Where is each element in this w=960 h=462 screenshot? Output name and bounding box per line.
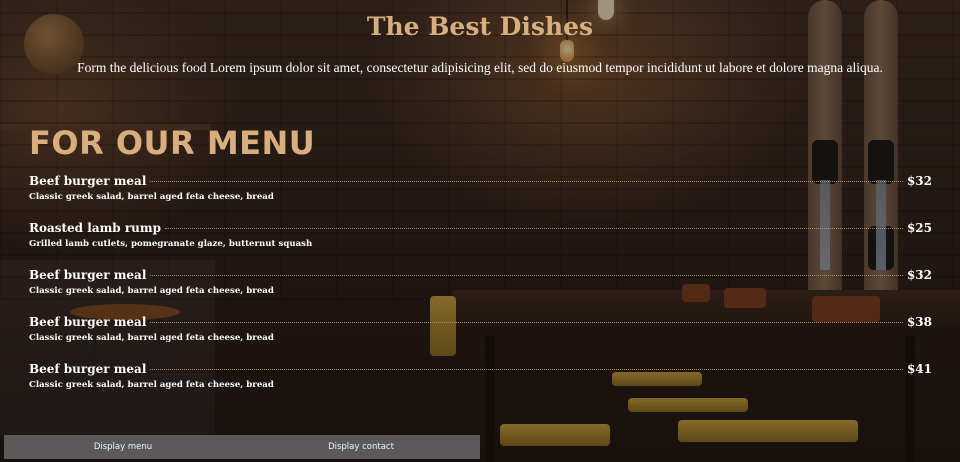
menu-item-description: Classic greek salad, barrel aged feta ch… [29,380,274,390]
tab-bar: Display menu Display contact [4,435,480,459]
menu-item-name: Beef burger meal [29,174,147,188]
menu-item: Beef burger meal $41 Classic greek salad… [29,362,932,409]
menu-item: Beef burger meal $32 Classic greek salad… [29,174,932,221]
menu-item: Beef burger meal $32 Classic greek salad… [29,268,932,315]
menu-item-price: $25 [906,221,932,235]
menu-item-description: Grilled lamb cutlets, pomegranate glaze,… [29,239,313,249]
menu-list: Beef burger meal $32 Classic greek salad… [29,174,932,409]
dotted-leader [150,274,903,276]
menu-item: Beef burger meal $38 Classic greek salad… [29,315,932,362]
page-subtitle: Form the delicious food Lorem ipsum dolo… [77,60,883,75]
menu-page: The Best Dishes Form the delicious food … [0,0,960,462]
menu-item-name: Beef burger meal [29,362,147,376]
dotted-leader [165,227,903,229]
menu-item-name: Beef burger meal [29,315,147,329]
menu-item-price: $32 [906,268,932,282]
menu-item-description: Classic greek salad, barrel aged feta ch… [29,286,274,296]
dotted-leader [150,321,903,323]
menu-item: Roasted lamb rump $25 Grilled lamb cutle… [29,221,932,268]
dotted-leader [150,180,903,182]
menu-item-description: Classic greek salad, barrel aged feta ch… [29,192,274,202]
page-title: The Best Dishes [366,12,594,41]
dotted-leader [150,368,903,370]
display-contact-button[interactable]: Display contact [242,435,480,459]
display-menu-button[interactable]: Display menu [4,435,242,459]
menu-item-price: $38 [906,315,932,329]
menu-item-name: Roasted lamb rump [29,221,161,235]
menu-item-price: $32 [906,174,932,188]
menu-item-name: Beef burger meal [29,268,147,282]
menu-item-price: $41 [906,362,932,376]
menu-heading: FOR OUR MENU [29,124,316,162]
menu-item-description: Classic greek salad, barrel aged feta ch… [29,333,274,343]
